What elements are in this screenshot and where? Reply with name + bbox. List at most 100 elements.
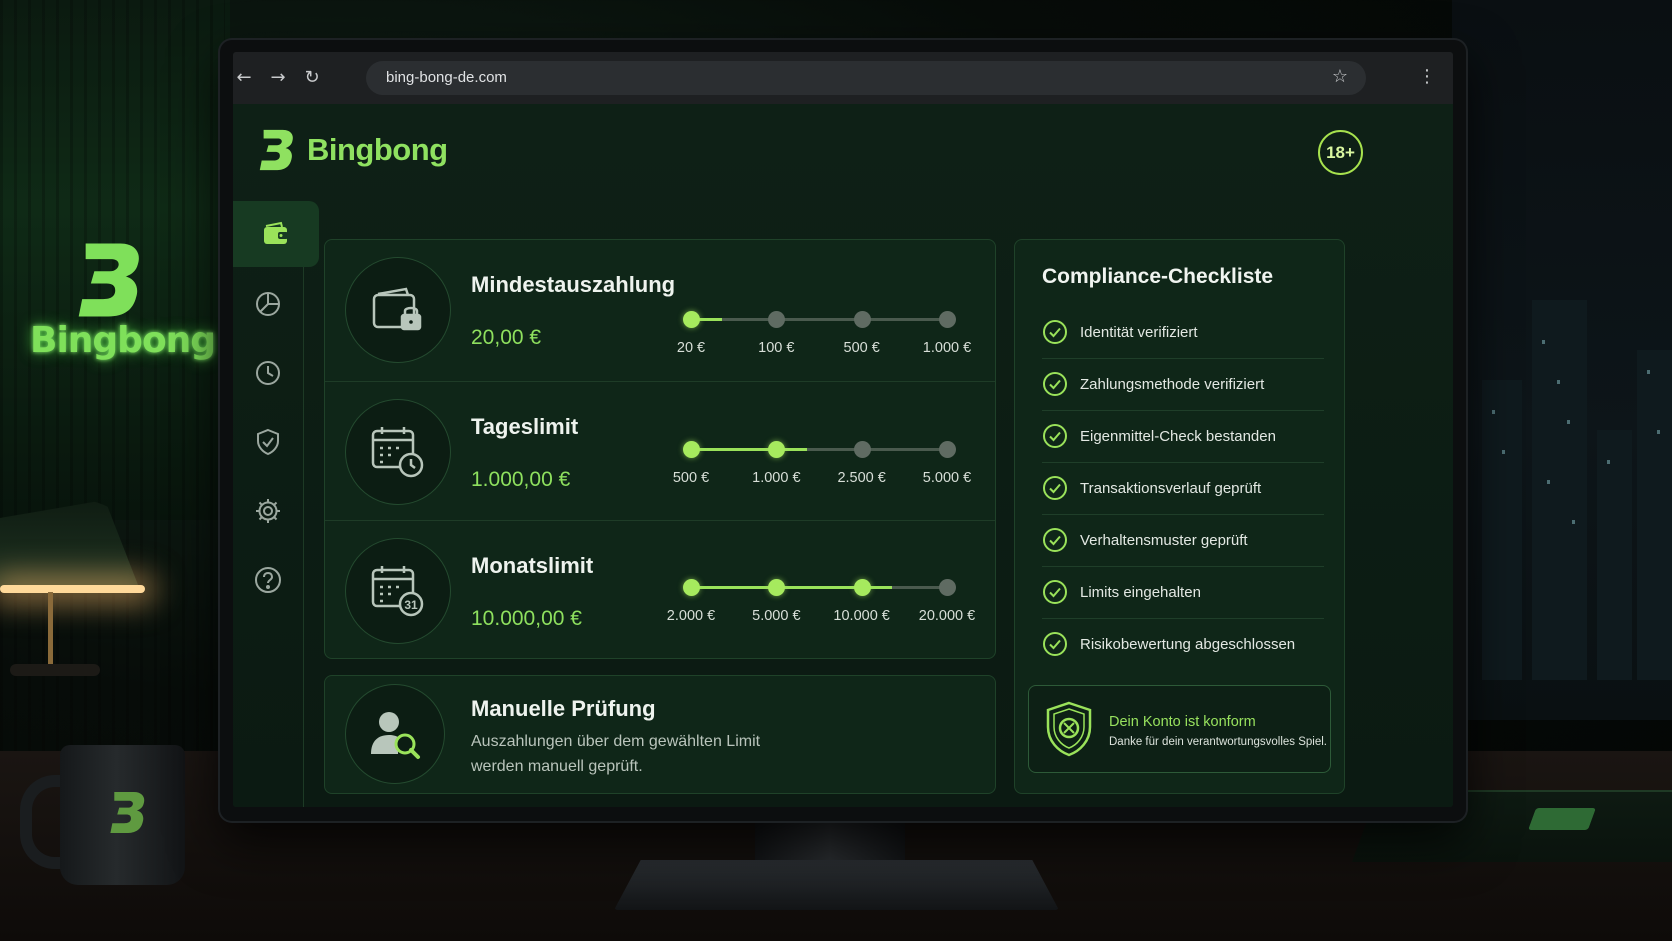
slider-step-label: 10.000 € (833, 608, 890, 624)
calendar-clock-icon (371, 427, 424, 478)
limit-slider[interactable]: 20 € 100 € 500 € 1.000 € (677, 311, 971, 356)
check-circle-icon (1043, 372, 1067, 396)
check-circle-icon (1043, 476, 1067, 500)
manual-review-card: Manuelle Prüfung Auszahlungen über dem g… (324, 675, 996, 794)
check-circle-icon (1043, 580, 1067, 604)
wallet-lock-icon (372, 287, 422, 331)
slider-step-label: 100 € (758, 340, 795, 356)
slider-step-label: 2.000 € (666, 608, 716, 624)
slider-step[interactable] (683, 441, 700, 458)
sidebar-item-security[interactable] (233, 409, 303, 475)
compliance-checklist: Compliance-Checkliste Identität verifizi… (1014, 239, 1345, 794)
kebab-menu-icon[interactable]: ⋮ (1418, 66, 1436, 87)
limit-value: 1.000,00 € (471, 468, 571, 491)
slider-step[interactable] (939, 441, 956, 458)
slider-step[interactable] (939, 579, 956, 596)
bingbong-logo-icon (78, 243, 139, 317)
limit-title: Monatslimit (471, 553, 594, 578)
city-skyline (1472, 260, 1672, 680)
sidebar-item-wallet[interactable] (233, 201, 319, 267)
limit-slider[interactable]: 500 € 1.000 € 2.500 € 5.000 € (673, 441, 971, 486)
slider-step-label: 1.000 € (922, 340, 972, 356)
compliance-status-box: Dein Konto ist konform Danke für dein ve… (1028, 685, 1331, 773)
mug-logo-icon (110, 791, 145, 834)
checklist-item: Identität verifiziert (1042, 306, 1324, 359)
check-circle-icon (1043, 424, 1067, 448)
svg-text:31: 31 (404, 598, 418, 612)
sidebar-item-help[interactable] (233, 547, 303, 613)
shield-badge-icon (1046, 701, 1092, 757)
pie-chart-icon (256, 292, 280, 316)
checklist-item: Transaktionsverlauf geprüft (1042, 462, 1324, 515)
checklist-item-label: Transaktionsverlauf geprüft (1080, 479, 1262, 497)
checklist-item: Verhaltensmuster geprüft (1042, 514, 1324, 567)
arrow-right-icon[interactable]: → (267, 67, 289, 89)
monitor-stand-base (614, 860, 1059, 910)
bingbong-logo-icon (259, 129, 293, 171)
checklist-title: Compliance-Checkliste (1042, 265, 1274, 288)
check-circle-icon (1043, 632, 1067, 656)
sidebar-item-statistics[interactable] (233, 271, 303, 337)
review-description: Auszahlungen über dem gewählten Limit we… (471, 733, 761, 775)
limit-icon-circle (345, 399, 451, 505)
notebook-logo-icon (1528, 808, 1596, 830)
slider-step[interactable] (768, 311, 786, 328)
slider-fill (691, 448, 808, 451)
slider-step[interactable] (768, 441, 786, 458)
review-title: Manuelle Prüfung (471, 696, 656, 721)
star-icon[interactable]: ☆ (1332, 66, 1348, 87)
wallet-icon (264, 221, 288, 244)
check-circle-icon (1043, 320, 1067, 344)
limit-title: Mindestauszahlung (471, 272, 676, 297)
address-bar[interactable]: bing-bong-de.com ☆ (366, 61, 1366, 95)
slider-step-label: 20.000 € (918, 608, 976, 624)
checklist-item-label: Verhaltensmuster geprüft (1080, 531, 1248, 549)
user-search-icon (371, 712, 420, 759)
lamp-base (10, 664, 100, 676)
calendar-31-icon: 31 (371, 566, 424, 617)
checklist-item-label: Zahlungsmethode verifiziert (1080, 375, 1265, 393)
lamp-pole (48, 592, 53, 667)
sidebar-item-history[interactable] (233, 340, 303, 406)
slider-step[interactable] (768, 579, 786, 596)
help-icon (255, 567, 281, 593)
checklist-item-label: Identität verifiziert (1080, 323, 1198, 341)
checklist-item: Zahlungsmethode verifiziert (1042, 358, 1324, 411)
wall-logo: Bingbong (30, 240, 216, 361)
url-text[interactable]: bing-bong-de.com (386, 69, 507, 86)
checklist-item: Risikobewertung abgeschlossen (1042, 618, 1324, 670)
slider-step-label: 20 € (676, 340, 706, 356)
reload-icon[interactable]: ↻ (301, 67, 323, 89)
browser-toolbar: ← → ↻ bing-bong-de.com ☆ ⋮ (233, 52, 1453, 104)
compliance-status-subtitle: Danke für dein verantwortungsvolles Spie… (1109, 736, 1327, 748)
sidebar (233, 201, 319, 807)
slider-step[interactable] (853, 311, 871, 328)
slider-step[interactable] (853, 441, 871, 458)
arrow-left-icon[interactable]: ← (233, 67, 255, 89)
limit-row-min-withdrawal: Mindestauszahlung 20,00 € 20 € 100 € 500… (325, 240, 995, 379)
slider-step[interactable] (939, 311, 956, 328)
slider-step[interactable] (683, 579, 700, 596)
limit-icon-circle (345, 257, 451, 363)
brand-logo[interactable]: Bingbong (257, 126, 448, 174)
age-badge: 18+ (1318, 130, 1363, 175)
screen: ← → ↻ bing-bong-de.com ☆ ⋮ Bingbong 18+ (233, 52, 1453, 807)
sidebar-item-settings[interactable] (233, 478, 303, 544)
compliance-status-title: Dein Konto ist konform (1109, 714, 1256, 730)
slider-step[interactable] (683, 311, 700, 328)
limit-row-daily: Tageslimit 1.000,00 € 500 € 1.000 € 2.50… (325, 381, 995, 521)
limit-slider[interactable]: 2.000 € 5.000 € 10.000 € 20.000 € (667, 579, 975, 624)
checklist-item-label: Risikobewertung abgeschlossen (1080, 635, 1296, 653)
clock-icon (256, 361, 280, 385)
limit-value: 10.000,00 € (471, 607, 582, 630)
checklist-item: Eigenmittel-Check bestanden (1042, 410, 1324, 463)
app: Bingbong 18+ Mindestauszahlung 20,00 € 2… (233, 104, 1453, 807)
limit-row-monthly: 31 Monatslimit 10.000,00 € 2.000 € 5.000… (325, 520, 995, 660)
slider-step-label: 500 € (843, 340, 880, 356)
checklist-item-label: Limits eingehalten (1080, 583, 1201, 601)
checklist-item-label: Eigenmittel-Check bestanden (1080, 427, 1276, 445)
limits-card: Mindestauszahlung 20,00 € 20 € 100 € 500… (324, 239, 996, 659)
slider-step[interactable] (853, 579, 871, 596)
checklist-item: Limits eingehalten (1042, 566, 1324, 619)
brand-name: Bingbong (307, 132, 448, 167)
